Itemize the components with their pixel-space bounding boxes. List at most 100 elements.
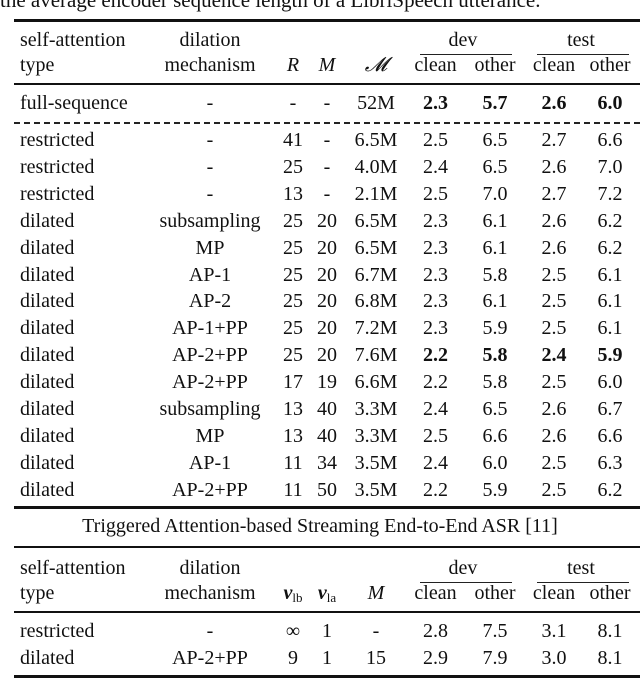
cell-mech: AP-1: [188, 263, 232, 286]
cell-mech: MP: [195, 424, 225, 447]
cell-vlb: ∞: [285, 620, 301, 642]
cell-dev-other: 6.5: [482, 129, 508, 151]
cell-type: restricted: [20, 129, 95, 151]
cell-m: 19: [317, 371, 337, 394]
cell-m: 20: [317, 236, 337, 259]
cell-test-clean: 3.0: [541, 647, 567, 669]
table-row: dilated AP-1 25 20 6.7M 2.3 5.8 2.5 6.1: [0, 262, 640, 289]
cell-m: 20: [317, 263, 337, 286]
top-rule: [14, 19, 640, 22]
table2-bottom-rule: [14, 675, 640, 678]
table-row: restricted -13-2.1M 2.5 7.0 2.7 7.2: [0, 181, 640, 208]
cell-params: 6.6M: [354, 371, 398, 394]
table2-top-rule: [14, 546, 640, 548]
t2-header-test-clean: clean: [532, 582, 576, 604]
cell-params: 6.5M: [354, 209, 398, 232]
cell-dev-other: 6.5: [482, 398, 508, 420]
cell-m: 15: [366, 647, 386, 669]
header-type-line1: self-attention: [20, 29, 126, 51]
cell-m: -: [372, 620, 380, 642]
header-r: R: [286, 54, 300, 76]
cell-type: dilated: [20, 263, 75, 286]
cell-test-other: 6.1: [597, 317, 623, 340]
cell-dev-clean: 2.8: [423, 620, 448, 642]
cell-params: 3.3M: [354, 398, 398, 420]
cell-test-other: 6.6: [597, 129, 623, 151]
cell-mech: AP-1+PP: [172, 317, 248, 340]
cell-mech: -: [206, 182, 214, 205]
cell-dev-clean: 2.3: [423, 92, 448, 114]
table-row: dilated AP-2+PP 17 19 6.6M 2.2 5.8 2.5 6.0: [0, 369, 640, 396]
cell-r: 13: [283, 398, 303, 420]
cell-r: 13: [283, 182, 303, 205]
cell-mech: AP-2+PP: [172, 371, 248, 394]
cell-mech: subsampling: [159, 398, 261, 420]
cell-dev-clean: 2.9: [423, 647, 448, 669]
cell-test-clean: 2.5: [541, 317, 567, 340]
cell-params: 6.8M: [354, 290, 398, 313]
cell-dev-clean: 2.4: [423, 451, 448, 474]
cell-type: dilated: [20, 344, 75, 367]
cell-type: dilated: [20, 290, 75, 313]
cell-dev-clean: 2.3: [423, 236, 448, 259]
cell-m: 20: [317, 344, 337, 367]
t2-header-dev-clean: clean: [414, 582, 457, 604]
cell-params: 6.7M: [354, 263, 398, 286]
cell-test-other: 6.1: [597, 290, 623, 313]
table-row: restricted - ∞ 1 - 2.8 7.5 3.1 8.1: [0, 618, 640, 645]
cell-r: 25: [283, 155, 303, 178]
t2-header-type-line2: type: [20, 582, 55, 604]
cell-dev-other: 5.8: [482, 371, 508, 394]
cell-test-clean: 2.5: [541, 290, 567, 313]
cell-r: 25: [283, 263, 303, 286]
table-row: dilated MP 13 40 3.3M 2.5 6.6 2.6 6.6: [0, 423, 640, 450]
cell-test-other: 6.2: [597, 209, 623, 232]
cell-params: 2.1M: [354, 182, 398, 205]
header-type-line2: type: [20, 54, 55, 76]
cell-params: 4.0M: [354, 155, 398, 178]
cell-dev-other: 6.1: [482, 290, 508, 313]
cell-params: 7.2M: [354, 317, 398, 340]
cell-r: 11: [283, 478, 303, 501]
cell-dev-clean: 2.5: [423, 424, 448, 447]
cell-mech: AP-2+PP: [172, 478, 248, 501]
cell-test-other: 6.7: [597, 398, 623, 420]
cell-test-other: 7.0: [597, 155, 623, 178]
cell-m: 20: [317, 290, 337, 313]
cell-r: 25: [283, 236, 303, 259]
cell-mech: AP-2: [188, 290, 232, 313]
cell-params: 3.5M: [354, 478, 398, 501]
cell-test-clean: 2.5: [541, 371, 567, 394]
cell-dev-clean: 2.2: [423, 371, 448, 394]
cell-test-clean: 2.7: [541, 182, 567, 205]
cell-m: -: [323, 92, 331, 114]
table-row: restricted -25-4.0M 2.4 6.5 2.6 7.0: [0, 154, 640, 181]
header-mech-line1: dilation: [179, 29, 241, 51]
cell-type: dilated: [20, 236, 75, 259]
cell-r: 25: [283, 317, 303, 340]
cell-r: 17: [283, 371, 303, 394]
cell-test-clean: 2.6: [541, 236, 567, 259]
cell-m: 20: [317, 317, 337, 340]
table-row: dilated AP-1+PP 25 20 7.2M 2.3 5.9 2.5 6.1: [0, 315, 640, 342]
cell-test-other: 8.1: [597, 647, 623, 669]
cell-test-clean: 2.7: [541, 129, 567, 151]
cell-dev-other: 6.1: [482, 209, 508, 232]
cell-dev-clean: 2.3: [423, 290, 448, 313]
cell-test-other: 6.6: [597, 424, 623, 447]
cell-dev-clean: 2.4: [423, 155, 448, 178]
cell-m: -: [323, 155, 331, 178]
cell-dev-other: 6.6: [482, 424, 508, 447]
cell-r: 25: [283, 209, 303, 232]
cell-mech: MP: [195, 236, 225, 259]
header-m: M: [318, 54, 336, 76]
cell-dev-other: 6.0: [482, 451, 508, 474]
cell-vlb: 9: [288, 647, 298, 669]
t2-header-vla: vla: [317, 582, 337, 605]
table-row: dilated AP-2+PP 11 50 3.5M 2.2 5.9 2.5 6.2: [0, 477, 640, 504]
cell-dev-clean: 2.2: [423, 344, 448, 367]
t2-header-dev: dev: [448, 557, 478, 579]
cell-dev-clean: 2.5: [423, 182, 448, 205]
cell-r: 13: [283, 424, 303, 447]
cell-m: 40: [317, 398, 337, 420]
